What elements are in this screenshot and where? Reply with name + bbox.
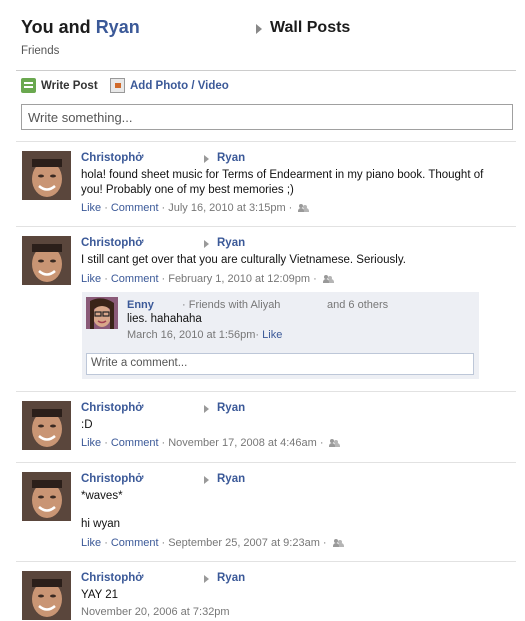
post-timestamp[interactable]: September 25, 2007 at 9:23am [168, 537, 320, 549]
post-divider [16, 561, 516, 562]
post-message: hola! found sheet music for Terms of End… [81, 169, 484, 196]
comment-link[interactable]: Comment [111, 273, 159, 285]
post-author[interactable]: Christophở [81, 152, 143, 164]
post-message: YAY 21 [81, 589, 119, 601]
post-timestamp[interactable]: November 20, 2006 at 7:32pm [81, 606, 230, 618]
post-target[interactable]: Ryan [217, 572, 245, 584]
post-timestamp[interactable]: November 17, 2008 at 4:46am [168, 437, 317, 449]
status-icon [21, 78, 36, 93]
like-link[interactable]: Like [81, 437, 101, 449]
wall-post-input[interactable]: Write something... [21, 104, 513, 130]
comment-friends-text: · Friends with Aliyah [182, 299, 281, 311]
comment-input[interactable]: Write a comment... [86, 353, 474, 375]
avatar[interactable] [22, 401, 71, 450]
avatar[interactable] [22, 571, 71, 620]
post-author[interactable]: Christophở [81, 402, 143, 414]
write-post-tab[interactable]: Write Post [21, 78, 98, 93]
add-photo-label: Add Photo / Video [130, 79, 229, 92]
comment-avatar[interactable] [86, 297, 118, 329]
add-photo-tab[interactable]: Add Photo / Video [110, 78, 229, 93]
post-meta: Like · Comment · July 16, 2010 at 3:15pm · [81, 202, 309, 214]
to-arrow-icon [204, 405, 209, 413]
post-meta: Like · Comment · November 17, 2008 at 4:46… [81, 437, 340, 449]
post-target[interactable]: Ryan [217, 402, 245, 414]
like-link[interactable]: Like [81, 202, 101, 214]
post-timestamp[interactable]: February 1, 2010 at 12:09pm [168, 273, 310, 285]
page-title: You and Ryan [21, 17, 140, 38]
breadcrumb-arrow-icon [256, 24, 262, 34]
comment-timestamp: March 16, 2010 at 1:56pm [127, 329, 256, 341]
photo-icon [110, 78, 125, 93]
post-message: *waves* [81, 490, 123, 502]
comment-link[interactable]: Comment [111, 202, 159, 214]
comment-meta: March 16, 2010 at 1:56pm· Like [127, 329, 283, 341]
avatar[interactable] [22, 151, 71, 200]
comment-others-link[interactable]: and 6 others [327, 299, 388, 311]
comment-link[interactable]: Comment [111, 537, 159, 549]
post-author[interactable]: Christophở [81, 237, 143, 249]
comment-text: lies. hahahaha [127, 313, 202, 325]
post-divider [16, 462, 516, 463]
section-title: Wall Posts [270, 19, 351, 36]
people-icon[interactable] [322, 275, 334, 283]
post-target[interactable]: Ryan [217, 473, 245, 485]
post-author[interactable]: Christophở [81, 572, 143, 584]
comment-author[interactable]: Enny [127, 299, 154, 311]
comment-like-link[interactable]: Like [262, 329, 282, 341]
post-message-line-2: hi wyan [81, 518, 120, 530]
post-divider [16, 391, 516, 392]
post-divider [16, 226, 516, 227]
to-arrow-icon [204, 476, 209, 484]
write-post-label: Write Post [41, 79, 98, 92]
title-prefix: You and [21, 17, 91, 37]
to-arrow-icon [204, 575, 209, 583]
post-author[interactable]: Christophở [81, 473, 143, 485]
avatar[interactable] [22, 472, 71, 521]
people-icon[interactable] [329, 439, 340, 447]
header-divider [16, 70, 516, 71]
people-icon[interactable] [332, 539, 344, 547]
like-link[interactable]: Like [81, 537, 101, 549]
post-target[interactable]: Ryan [217, 152, 245, 164]
post-timestamp[interactable]: July 16, 2010 at 3:15pm [168, 202, 285, 214]
title-friend-name[interactable]: Ryan [96, 17, 140, 37]
post-meta: Like · Comment · February 1, 2010 at 12:09… [81, 273, 334, 285]
post-message: :D [81, 419, 93, 431]
post-divider [16, 141, 516, 142]
people-icon[interactable] [298, 204, 309, 212]
like-link[interactable]: Like [81, 273, 101, 285]
post-target[interactable]: Ryan [217, 237, 245, 249]
avatar[interactable] [22, 236, 71, 285]
post-meta: Like · Comment · September 25, 2007 at 9:2… [81, 537, 344, 549]
comment-link[interactable]: Comment [111, 437, 159, 449]
to-arrow-icon [204, 155, 209, 163]
page-subtitle: Friends [21, 45, 60, 57]
post-meta: November 20, 2006 at 7:32pm [81, 606, 230, 618]
post-message: I still cant get over that you are cultu… [81, 254, 406, 266]
to-arrow-icon [204, 240, 209, 248]
